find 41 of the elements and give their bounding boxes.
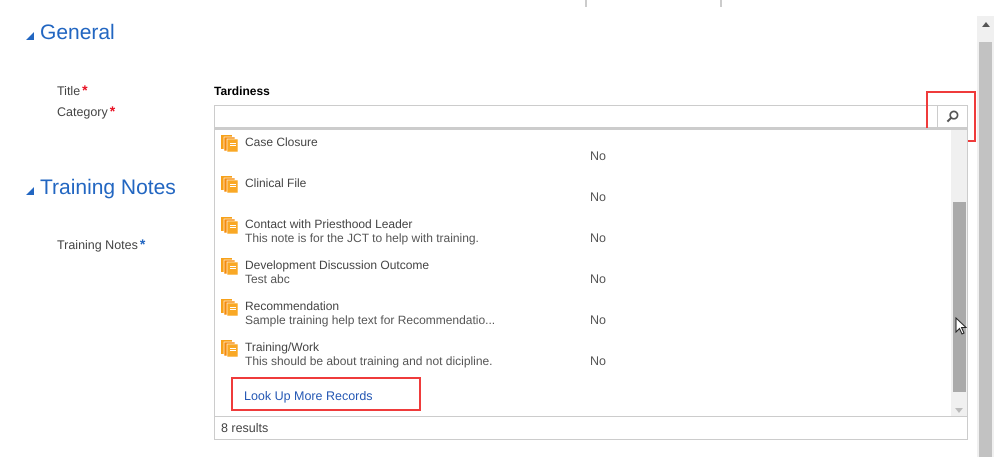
lookup-field[interactable] [214, 105, 937, 128]
result-name[interactable]: Development Discussion Outcome [245, 258, 585, 272]
documents-icon [221, 176, 239, 194]
page-scrollbar[interactable] [977, 16, 994, 457]
result-value: No [590, 231, 606, 245]
result-name[interactable]: Recommendation [245, 299, 585, 313]
result-description: This should be about training and not dicipline. [245, 354, 494, 368]
result-value: No [590, 272, 606, 286]
scrollbar[interactable] [951, 130, 967, 416]
field-value: Tardiness [214, 84, 270, 98]
field-label: Category [57, 105, 108, 119]
field-label: Title [57, 84, 80, 98]
result-value: No [590, 313, 606, 327]
collapse-triangle-icon[interactable] [26, 32, 34, 40]
documents-icon [221, 340, 239, 358]
documents-icon [221, 299, 239, 317]
result-name[interactable]: Case Closure [245, 135, 585, 149]
section-title: Training Notes [40, 176, 176, 200]
documents-icon [221, 217, 239, 235]
field-label: Training Notes [57, 238, 138, 252]
result-name[interactable]: Training/Work [245, 340, 585, 354]
result-description: Test abc [245, 272, 291, 286]
requirement-star-icon: * [140, 238, 146, 250]
result-value: No [590, 190, 606, 204]
scroll-up-arrow-icon[interactable] [982, 22, 990, 27]
section-title: General [40, 21, 115, 45]
documents-icon [221, 258, 239, 276]
result-description: This note is for the JCT to help with training. [245, 231, 480, 245]
result-description: Sample training help text for Recommendatio... [245, 313, 496, 327]
requirement-star-icon: * [110, 105, 116, 117]
collapse-triangle-icon[interactable] [26, 187, 34, 195]
result-name[interactable]: Contact with Priesthood Leader [245, 217, 585, 231]
look-up-more-link[interactable]: Look Up More Records [244, 389, 373, 403]
result-count: 8 results [220, 420, 270, 437]
result-value: No [590, 354, 606, 368]
requirement-star-icon: * [82, 84, 88, 96]
search-button[interactable] [937, 105, 968, 128]
result-value: No [590, 149, 606, 163]
search-icon [946, 110, 959, 123]
result-name[interactable]: Clinical File [245, 176, 585, 190]
documents-icon [221, 135, 239, 153]
